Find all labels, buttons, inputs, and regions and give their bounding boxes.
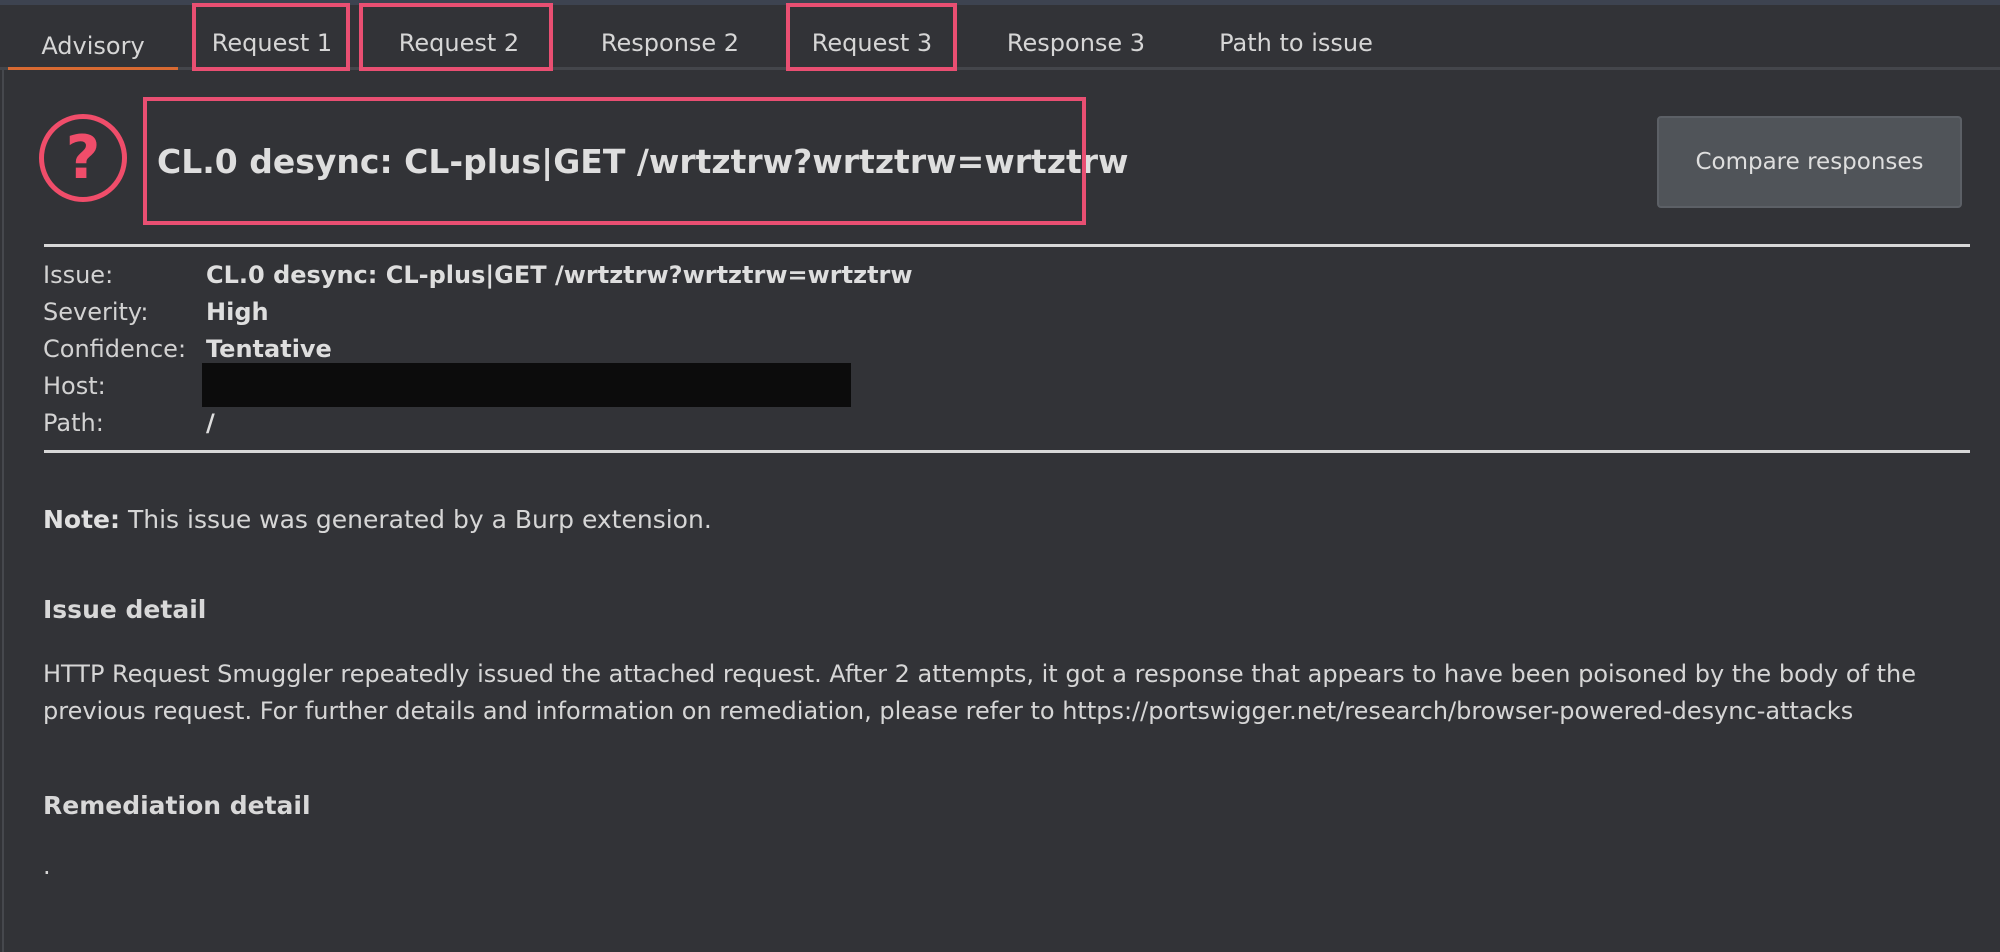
extension-note: Note: This issue was generated by a Burp… <box>43 505 712 534</box>
confidence-label: Confidence: <box>43 335 187 363</box>
panel-left-edge <box>2 70 4 952</box>
tab-advisory[interactable]: Advisory <box>8 25 178 70</box>
severity-value: High <box>206 298 269 326</box>
question-icon-glyph: ? <box>65 123 101 193</box>
remediation-detail-heading: Remediation detail <box>43 791 311 820</box>
tab-request-1[interactable]: Request 1 <box>196 23 348 63</box>
note-prefix: Note: <box>43 505 121 534</box>
severity-label: Severity: <box>43 298 149 326</box>
host-label: Host: <box>43 372 106 400</box>
tab-response-2[interactable]: Response 2 <box>578 23 762 63</box>
confidence-value: Tentative <box>206 335 332 363</box>
issue-title: CL.0 desync: CL-plus|GET /wrtztrw?wrtztr… <box>157 142 1129 181</box>
divider-top <box>44 244 1970 247</box>
issue-detail-heading: Issue detail <box>43 595 207 624</box>
issue-label: Issue: <box>43 261 114 289</box>
divider-bottom <box>44 450 1970 453</box>
issue-advisory-panel: Advisory Request 1 Request 2 Response 2 … <box>0 0 2000 952</box>
path-value: / <box>206 409 215 437</box>
issue-value: CL.0 desync: CL-plus|GET /wrtztrw?wrtztr… <box>206 261 913 289</box>
question-icon: ? <box>39 114 127 202</box>
tab-request-2[interactable]: Request 2 <box>366 23 552 63</box>
remediation-detail-text: . <box>43 852 51 880</box>
tab-bar: Advisory Request 1 Request 2 Response 2 … <box>0 5 2000 70</box>
compare-responses-button[interactable]: Compare responses <box>1657 116 1962 208</box>
tab-path-to-issue[interactable]: Path to issue <box>1204 23 1388 63</box>
issue-detail-text: HTTP Request Smuggler repeatedly issued … <box>43 660 1916 725</box>
tab-request-3[interactable]: Request 3 <box>790 23 954 63</box>
note-text: This issue was generated by a Burp exten… <box>120 505 712 534</box>
tab-response-3[interactable]: Response 3 <box>984 23 1168 63</box>
path-label: Path: <box>43 409 104 437</box>
host-value-redacted <box>202 363 851 407</box>
